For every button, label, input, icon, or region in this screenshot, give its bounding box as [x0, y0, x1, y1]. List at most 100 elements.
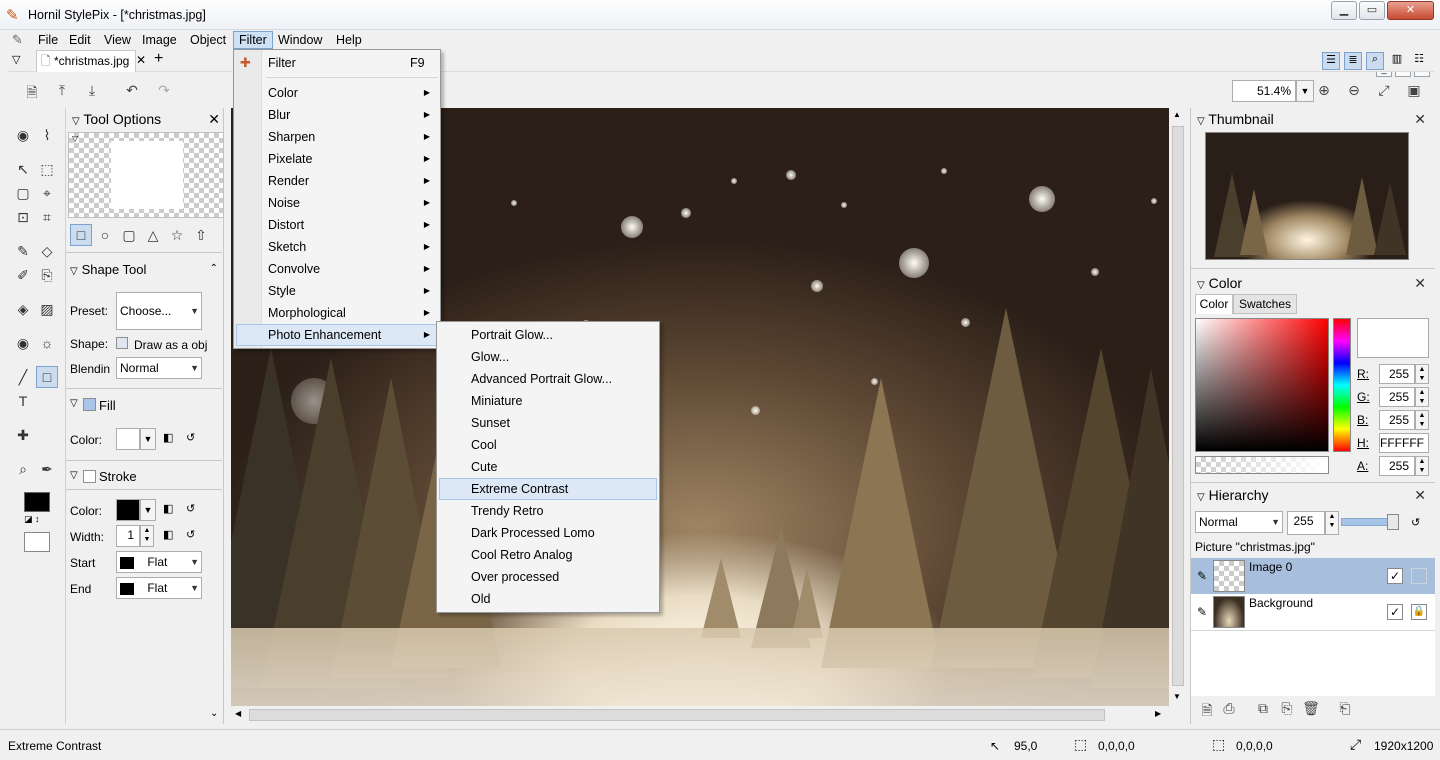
- menu-item-over-processed[interactable]: Over processed: [439, 566, 657, 588]
- preset-select[interactable]: Choose... ▼: [116, 292, 202, 330]
- green-input[interactable]: 255: [1379, 387, 1415, 407]
- menu-item-morphological[interactable]: Morphological ▶: [236, 302, 438, 324]
- layer-opacity-thumb[interactable]: [1387, 514, 1399, 530]
- clip-tool-icon[interactable]: ⌇: [36, 124, 58, 146]
- rect-select-icon[interactable]: ▢: [12, 182, 34, 204]
- menu-help[interactable]: Help: [331, 31, 367, 49]
- stroke-opacity-icon[interactable]: ◧: [163, 502, 173, 515]
- new-tab-icon[interactable]: +: [154, 50, 163, 68]
- preview-chevron-icon[interactable]: ▽: [72, 134, 78, 143]
- menu-view[interactable]: View: [99, 31, 136, 49]
- new-layer-icon[interactable]: 🗎: [1197, 700, 1217, 718]
- tab-swatches[interactable]: Swatches: [1233, 294, 1297, 314]
- view-tool-icon[interactable]: ◉: [12, 124, 34, 146]
- undo-icon[interactable]: ↶: [122, 82, 142, 100]
- red-stepper[interactable]: ▲ ▼: [1415, 364, 1429, 384]
- menu-item-style[interactable]: Style ▶: [236, 280, 438, 302]
- vertical-scroll-thumb[interactable]: [1172, 126, 1184, 686]
- menu-item-sharpen[interactable]: Sharpen ▶: [236, 126, 438, 148]
- layers-panel-icon[interactable]: ≣: [1344, 52, 1362, 70]
- vertical-scrollbar[interactable]: ▲ ▼: [1169, 108, 1187, 706]
- scroll-down-arrow-icon[interactable]: ▼: [1173, 692, 1181, 701]
- menu-item-cute[interactable]: Cute: [439, 456, 657, 478]
- stroke-chevron-icon[interactable]: ▽: [70, 470, 78, 481]
- tab-color[interactable]: Color: [1195, 294, 1233, 314]
- navigator-panel-icon[interactable]: ⌕: [1366, 52, 1384, 70]
- triangle-shape-icon[interactable]: △: [142, 224, 164, 246]
- menu-item-advanced-portrait-glow[interactable]: Advanced Portrait Glow...: [439, 368, 657, 390]
- menu-item-cool-retro-analog[interactable]: Cool Retro Analog: [439, 544, 657, 566]
- stroke-color-chevron-icon[interactable]: ▼: [140, 499, 156, 521]
- scroll-left-arrow-icon[interactable]: ◀: [235, 709, 241, 718]
- reset-icon[interactable]: ↺: [1411, 516, 1420, 529]
- horizontal-scroll-thumb[interactable]: [249, 709, 1105, 721]
- new-layer-from-file-icon[interactable]: ⎙: [1219, 700, 1239, 718]
- menu-item-dark-processed-lomo[interactable]: Dark Processed Lomo: [439, 522, 657, 544]
- close-hierarchy-icon[interactable]: ✕: [1414, 487, 1426, 504]
- blue-input[interactable]: 255: [1379, 410, 1415, 430]
- menu-item-extreme-contrast[interactable]: Extreme Contrast: [439, 478, 657, 500]
- layer-blend-select[interactable]: Normal ▼: [1195, 511, 1283, 533]
- new-document-icon[interactable]: 🗎: [22, 82, 42, 100]
- collapse-chevron-icon[interactable]: ▽: [1197, 280, 1205, 291]
- close-panel-icon[interactable]: ✕: [208, 108, 220, 130]
- hex-input[interactable]: FFFFFF: [1379, 433, 1429, 453]
- clone-tool-icon[interactable]: ⎘: [36, 264, 58, 286]
- horizontal-scrollbar[interactable]: ◀ ▶: [231, 706, 1169, 724]
- alpha-slider[interactable]: [1195, 456, 1329, 474]
- group-layer-icon[interactable]: ⧉: [1253, 700, 1273, 718]
- stroke-reset-icon[interactable]: ↺: [186, 502, 195, 515]
- fill-chevron-icon[interactable]: ▽: [70, 398, 78, 409]
- red-input[interactable]: 255: [1379, 364, 1415, 384]
- menu-item-glow[interactable]: Glow...: [439, 346, 657, 368]
- lock-icon[interactable]: 🔒: [1411, 604, 1427, 620]
- import-icon[interactable]: ⤓: [82, 82, 102, 100]
- rectangle-shape-icon[interactable]: □: [70, 224, 92, 246]
- document-menu-icon[interactable]: ✎: [12, 32, 23, 48]
- zoom-dropdown-chevron-icon[interactable]: ▼: [1296, 80, 1314, 102]
- light-tool-icon[interactable]: ☼: [36, 332, 58, 354]
- draw-as-object-checkbox[interactable]: [116, 337, 128, 349]
- scroll-up-arrow-icon[interactable]: ▲: [1173, 110, 1181, 119]
- close-window-button[interactable]: ✕: [1387, 1, 1434, 20]
- eyedropper-tool-icon[interactable]: ✒: [36, 458, 58, 480]
- close-thumbnail-icon[interactable]: ✕: [1414, 111, 1426, 128]
- layer-row[interactable]: ✎ Image 0 ✓: [1191, 558, 1435, 594]
- stroke-checkbox[interactable]: [83, 470, 96, 483]
- fill-checkbox[interactable]: [83, 398, 96, 411]
- fit-window-icon[interactable]: ⤢: [1374, 82, 1394, 100]
- pencil-tool-icon[interactable]: ✎: [12, 240, 34, 262]
- menu-item-miniature[interactable]: Miniature: [439, 390, 657, 412]
- foreground-color-swatch[interactable]: [24, 492, 50, 512]
- menu-item-photo-enhancement[interactable]: Photo Enhancement ▶: [236, 324, 438, 346]
- menu-item-filter[interactable]: ✚ Filter F9: [236, 52, 438, 74]
- end-cap-select[interactable]: Flat ▼: [116, 577, 202, 599]
- alpha-input[interactable]: 255: [1379, 456, 1415, 476]
- scroll-down-icon[interactable]: ⌄: [210, 708, 218, 719]
- tab-close-icon[interactable]: ✕: [136, 53, 146, 67]
- eraser-tool-icon[interactable]: ◇: [36, 240, 58, 262]
- width-reset-icon[interactable]: ↺: [186, 528, 195, 541]
- arrow-shape-icon[interactable]: ⇧: [190, 224, 212, 246]
- blue-stepper[interactable]: ▲ ▼: [1415, 410, 1429, 430]
- layer-properties-icon[interactable]: ⎗: [1335, 700, 1355, 718]
- menu-item-blur[interactable]: Blur ▶: [236, 104, 438, 126]
- menu-file[interactable]: File: [33, 31, 63, 49]
- maximize-button[interactable]: ▭: [1359, 1, 1385, 20]
- bandage-tool-icon[interactable]: ✚: [12, 424, 34, 446]
- swap-colors-icon[interactable]: ◪ ↕: [24, 514, 40, 525]
- fill-opacity-icon[interactable]: ◧: [163, 431, 173, 444]
- width-stepper[interactable]: ▲ ▼: [140, 525, 154, 547]
- brush-tool-icon[interactable]: ✐: [12, 264, 34, 286]
- fill-tool-icon[interactable]: ◈: [12, 298, 34, 320]
- adjust-panel-icon[interactable]: ☰: [1322, 52, 1340, 70]
- transform-icon[interactable]: ⊡: [12, 206, 34, 228]
- menu-image[interactable]: Image: [137, 31, 182, 49]
- list-panel-icon[interactable]: ☷: [1410, 52, 1428, 70]
- color-gradient-picker[interactable]: [1195, 318, 1329, 452]
- text-tool-icon[interactable]: T: [12, 390, 34, 412]
- background-color-swatch[interactable]: [24, 532, 50, 552]
- menu-edit[interactable]: Edit: [64, 31, 96, 49]
- menu-item-distort[interactable]: Distort ▶: [236, 214, 438, 236]
- blend-select[interactable]: Normal ▼: [116, 357, 202, 379]
